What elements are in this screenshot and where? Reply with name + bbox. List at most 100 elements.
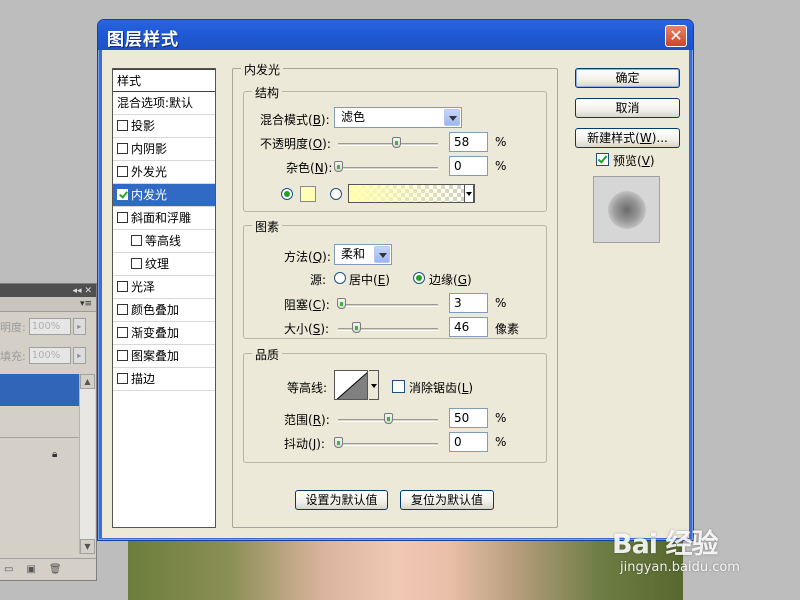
collapse-icon[interactable]: ◂◂ [73,286,82,296]
structure-legend: 结构 [252,84,283,101]
chevron-down-icon[interactable] [444,109,460,126]
choke-slider[interactable] [338,304,438,307]
opacity-input[interactable]: 58 [449,132,488,152]
cancel-button[interactable]: 取消 [575,98,680,118]
style-checkbox[interactable] [117,350,128,361]
source-edge-label[interactable]: 边缘(G) [429,271,472,288]
close-icon[interactable]: ✕ [84,286,92,296]
selected-layer-row[interactable] [0,374,79,406]
reset-default-button[interactable]: 复位为默认值 [400,490,494,510]
layers-panel: ◂◂ ✕ ▾≡ 明度: 100% ▸ 填充: 100% ▸ 🔒︎ ▲ ▼ ▭ ▣… [0,283,97,581]
style-list-item[interactable]: 斜面和浮雕 [113,207,215,230]
fill-field[interactable]: 100% [28,347,71,364]
size-input[interactable]: 46 [449,317,488,337]
style-checkbox[interactable] [117,304,128,315]
method-select[interactable]: 柔和 [334,244,392,265]
noise-slider-thumb[interactable] [334,161,343,172]
style-list-item-label: 图案叠加 [131,349,180,363]
style-list-item[interactable]: 等高线 [113,230,215,253]
style-list-item-label: 投影 [131,119,156,133]
style-list-item[interactable]: 颜色叠加 [113,299,215,322]
inner-glow-panel: 内发光 结构 混合模式(B): 滤色 不透明度(O): 58 % 杂色(N): … [232,61,558,528]
range-input[interactable]: 50 [449,408,488,428]
style-list-item[interactable]: 内发光 [113,184,215,207]
style-list-item[interactable]: 混合选项:默认 [113,92,215,115]
layers-scrollbar[interactable]: ▲ ▼ [79,374,95,554]
style-checkbox[interactable] [117,166,128,177]
style-list-item[interactable]: 投影 [113,115,215,138]
blend-mode-select[interactable]: 滤色 [334,107,462,128]
style-checkbox[interactable] [117,120,128,131]
opacity-slider[interactable] [338,143,438,146]
gradient-dropdown-icon[interactable] [464,184,474,203]
style-list-item[interactable]: 图案叠加 [113,345,215,368]
style-list-item-label: 纹理 [145,257,170,271]
source-edge-radio[interactable] [413,272,425,284]
choke-slider-thumb[interactable] [337,298,346,309]
jitter-slider-thumb[interactable] [334,437,343,448]
layers-bottom-toolbar: ▭ ▣ 🗑︎ [0,558,96,580]
style-checkbox[interactable] [117,189,128,200]
panel-menu-icon[interactable]: ▾≡ [80,299,92,309]
style-checkbox[interactable] [117,212,128,223]
preview-label[interactable]: 预览(V) [613,152,655,169]
new-style-button[interactable]: 新建样式(W)... [575,128,680,148]
layer-row[interactable] [0,406,79,438]
style-checkbox[interactable] [131,258,142,269]
glow-color-swatch[interactable] [300,186,316,202]
style-list-header[interactable]: 样式 [113,69,215,92]
gradient-radio[interactable] [330,188,342,200]
choke-unit: % [495,296,507,310]
source-center-radio[interactable] [334,272,346,284]
ok-button[interactable]: 确定 [575,68,680,88]
style-checkbox[interactable] [117,373,128,384]
antialias-checkbox[interactable] [392,380,405,393]
noise-slider[interactable] [338,167,438,170]
choke-input[interactable]: 3 [449,293,488,313]
opacity-arrow-icon[interactable]: ▸ [72,318,86,335]
structure-group: 结构 混合模式(B): 滤色 不透明度(O): 58 % 杂色(N): 0 % [243,84,547,212]
solid-color-radio[interactable] [281,188,293,200]
contour-picker[interactable] [334,370,368,400]
chevron-down-icon[interactable] [374,246,390,263]
method-label: 方法(Q): [284,250,331,264]
style-list-item[interactable]: 内阴影 [113,138,215,161]
set-default-button[interactable]: 设置为默认值 [295,490,388,510]
new-layer-icon[interactable]: ▣ [26,564,35,575]
style-checkbox[interactable] [131,235,142,246]
style-list-item-label: 光泽 [131,280,156,294]
opacity-field[interactable]: 100% [28,318,71,335]
link-layers-icon[interactable]: ▭ [4,564,13,575]
style-list-item[interactable]: 光泽 [113,276,215,299]
style-list-item[interactable]: 渐变叠加 [113,322,215,345]
style-checkbox[interactable] [117,327,128,338]
size-slider-thumb[interactable] [352,322,361,333]
antialias-label[interactable]: 消除锯齿(L) [409,379,473,396]
elements-group: 图素 方法(Q): 柔和 源: 居中(E) 边缘(G) 阻塞(C): 3 % 大… [243,218,547,339]
blend-mode-label: 混合模式(B): [260,113,330,127]
jitter-input[interactable]: 0 [449,432,488,452]
noise-input[interactable]: 0 [449,156,488,176]
contour-dropdown-icon[interactable] [369,370,379,400]
style-checkbox[interactable] [117,281,128,292]
source-center-label[interactable]: 居中(E) [349,271,390,288]
range-label: 范围(R): [284,413,330,427]
delete-layer-icon[interactable]: 🗑︎ [49,564,62,575]
scroll-up-icon[interactable]: ▲ [80,374,95,389]
style-list-item[interactable]: 描边 [113,368,215,391]
style-list-item[interactable]: 纹理 [113,253,215,276]
style-list-item[interactable]: 外发光 [113,161,215,184]
gradient-picker[interactable] [348,184,475,203]
opacity-slider-thumb[interactable] [392,137,401,148]
watermark-logo: Bai 经验 [612,529,718,560]
noise-unit: % [495,159,507,173]
style-checkbox[interactable] [117,143,128,154]
preview-checkbox[interactable] [596,153,609,166]
close-icon[interactable]: ✕ [665,25,687,47]
layer-style-dialog: 图层样式 ✕ 样式 混合选项:默认 投影 内阴影 外发光 内发光 斜面和浮雕 等高线 纹理 光泽… [97,19,694,541]
style-list-item-label: 等高线 [145,234,182,248]
jitter-slider[interactable] [338,443,438,446]
fill-arrow-icon[interactable]: ▸ [72,347,86,364]
scroll-down-icon[interactable]: ▼ [80,539,95,554]
range-slider-thumb[interactable] [384,413,393,424]
